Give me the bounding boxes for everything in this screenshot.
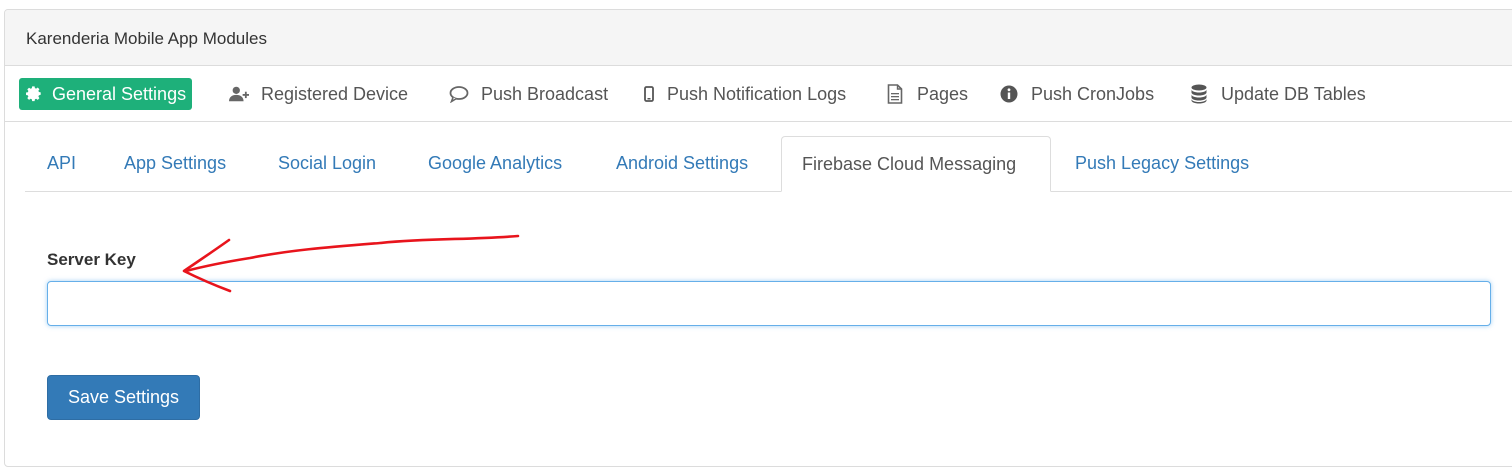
nav-pages[interactable]: Pages: [885, 78, 968, 110]
tab-firebase-cloud-messaging[interactable]: Firebase Cloud Messaging: [781, 136, 1051, 192]
comment-icon: [449, 84, 469, 104]
info-circle-icon: [999, 84, 1019, 104]
tab-firebase-cloud-messaging-label: Firebase Cloud Messaging: [802, 153, 1017, 174]
tab-push-legacy-settings-label: Push Legacy Settings: [1075, 153, 1250, 173]
tab-api-label: API: [47, 153, 77, 173]
nav-update-db-tables[interactable]: Update DB Tables: [1189, 78, 1366, 110]
user-plus-icon: [229, 84, 249, 104]
tab-push-legacy-settings[interactable]: Push Legacy Settings: [1075, 136, 1249, 191]
nav-pages-label: Pages: [917, 83, 969, 104]
nav-registered-device-label: Registered Device: [261, 83, 409, 104]
file-text-icon: [885, 84, 905, 104]
modules-panel: Karenderia Mobile App Modules General Se…: [4, 9, 1512, 467]
gear-icon: [24, 84, 44, 104]
tab-app-settings[interactable]: App Settings: [124, 136, 226, 191]
settings-tabs: API App Settings Social Login Google Ana…: [25, 136, 1512, 192]
nav-general-settings[interactable]: General Settings: [19, 78, 193, 110]
nav-push-notification-logs-label: Push Notification Logs: [667, 83, 847, 104]
mobile-icon: [643, 84, 655, 104]
tab-google-analytics-label: Google Analytics: [428, 153, 563, 173]
server-key-input[interactable]: [47, 281, 1491, 326]
nav-push-broadcast-label: Push Broadcast: [481, 83, 609, 104]
top-navigation: General Settings Registered Device Push …: [5, 66, 1512, 122]
save-settings-button[interactable]: Save Settings: [47, 375, 200, 420]
nav-push-cronjobs[interactable]: Push CronJobs: [999, 78, 1154, 110]
tab-android-settings-label: Android Settings: [616, 153, 749, 173]
tab-social-login-label: Social Login: [278, 153, 377, 173]
nav-registered-device[interactable]: Registered Device: [229, 78, 408, 110]
nav-update-db-tables-label: Update DB Tables: [1221, 83, 1366, 104]
nav-push-notification-logs[interactable]: Push Notification Logs: [643, 78, 846, 110]
server-key-label: Server Key: [47, 250, 136, 269]
tab-google-analytics[interactable]: Google Analytics: [428, 136, 562, 191]
tab-social-login[interactable]: Social Login: [278, 136, 376, 191]
nav-push-broadcast[interactable]: Push Broadcast: [449, 78, 608, 110]
tab-android-settings[interactable]: Android Settings: [616, 136, 748, 191]
nav-push-cronjobs-label: Push CronJobs: [1031, 83, 1155, 104]
panel-heading: Karenderia Mobile App Modules: [5, 10, 1512, 66]
tab-api[interactable]: API: [47, 136, 76, 191]
panel-title: Karenderia Mobile App Modules: [26, 29, 267, 48]
database-icon: [1189, 84, 1209, 104]
tab-app-settings-label: App Settings: [124, 153, 227, 173]
nav-general-settings-label: General Settings: [52, 83, 187, 104]
